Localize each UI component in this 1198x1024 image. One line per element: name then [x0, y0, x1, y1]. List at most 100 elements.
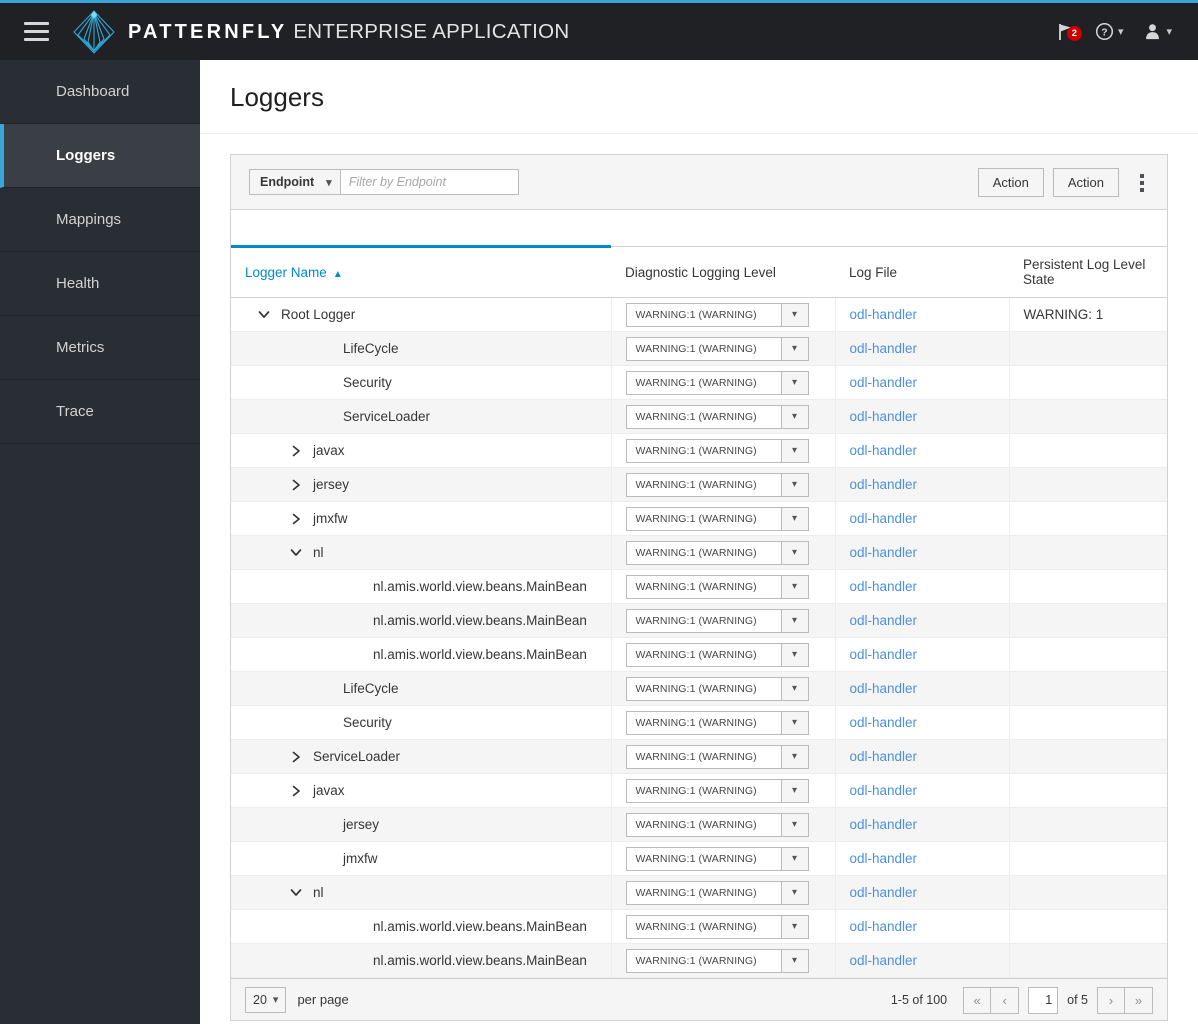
- table-row[interactable]: jersey WARNING:1 (WARNING) ▾ odl-handler: [231, 807, 1167, 842]
- logging-level-select[interactable]: WARNING:1 (WARNING) ▾: [625, 948, 809, 973]
- table-row[interactable]: jmxfw WARNING:1 (WARNING) ▾ odl-handler: [231, 501, 1167, 536]
- table-row[interactable]: nl WARNING:1 (WARNING) ▾ odl-handler: [231, 875, 1167, 910]
- per-page-dropdown[interactable]: 20 ▾: [245, 986, 287, 1013]
- log-file-link[interactable]: odl-handler: [850, 443, 918, 458]
- sidebar-item-dashboard[interactable]: Dashboard: [0, 60, 200, 124]
- chevron-right-icon[interactable]: [289, 478, 303, 492]
- log-file-link[interactable]: odl-handler: [850, 647, 918, 662]
- logging-level-select[interactable]: WARNING:1 (WARNING) ▾: [625, 404, 809, 429]
- action-button-primary[interactable]: Action: [977, 168, 1044, 197]
- logging-level-select[interactable]: WARNING:1 (WARNING) ▾: [625, 676, 809, 701]
- page-number-input[interactable]: [1028, 986, 1059, 1014]
- log-file-link[interactable]: odl-handler: [850, 579, 918, 594]
- logging-level-select[interactable]: WARNING:1 (WARNING) ▾: [625, 540, 809, 565]
- logging-level-select[interactable]: WARNING:1 (WARNING) ▾: [625, 778, 809, 803]
- column-header-log-file[interactable]: Log File: [835, 246, 1009, 298]
- logging-level-select[interactable]: WARNING:1 (WARNING) ▾: [625, 812, 809, 837]
- table-row[interactable]: javax WARNING:1 (WARNING) ▾ odl-handler: [231, 773, 1167, 808]
- logging-level-select[interactable]: WARNING:1 (WARNING) ▾: [625, 710, 809, 735]
- next-page-button[interactable]: ›: [1097, 986, 1125, 1014]
- column-header-persistent-log-level-state[interactable]: Persistent Log Level State: [1009, 246, 1167, 298]
- table-row[interactable]: javax WARNING:1 (WARNING) ▾ odl-handler: [231, 433, 1167, 468]
- log-file-cell: odl-handler: [835, 501, 1010, 536]
- chevron-right-icon[interactable]: [289, 784, 303, 798]
- first-page-button[interactable]: «: [963, 986, 992, 1014]
- log-file-link[interactable]: odl-handler: [850, 749, 918, 764]
- sidebar-item-mappings[interactable]: Mappings: [0, 188, 200, 252]
- table-row[interactable]: nl.amis.world.view.beans.MainBean WARNING…: [231, 637, 1167, 672]
- table-row[interactable]: ServiceLoader WARNING:1 (WARNING) ▾ odl-han…: [231, 739, 1167, 774]
- sidebar-item-health[interactable]: Health: [0, 252, 200, 316]
- log-file-link[interactable]: odl-handler: [850, 341, 918, 356]
- column-header-logger-name[interactable]: Logger Name ▲: [231, 245, 611, 298]
- table-row[interactable]: jmxfw WARNING:1 (WARNING) ▾ odl-handler: [231, 841, 1167, 876]
- log-file-link[interactable]: odl-handler: [850, 477, 918, 492]
- log-file-link[interactable]: odl-handler: [850, 953, 918, 968]
- logging-level-select[interactable]: WARNING:1 (WARNING) ▾: [625, 370, 809, 395]
- action-button-secondary[interactable]: Action: [1052, 168, 1119, 197]
- log-file-link[interactable]: odl-handler: [850, 715, 918, 730]
- logging-level-select[interactable]: WARNING:1 (WARNING) ▾: [625, 506, 809, 531]
- table-row[interactable]: Security WARNING:1 (WARNING) ▾ odl-handler: [231, 365, 1167, 400]
- log-file-link[interactable]: odl-handler: [850, 307, 918, 322]
- table-row[interactable]: nl.amis.world.view.beans.MainBean WARNING…: [231, 569, 1167, 604]
- log-file-link[interactable]: odl-handler: [850, 817, 918, 832]
- logging-level-select[interactable]: WARNING:1 (WARNING) ▾: [625, 914, 809, 939]
- logger-name-label: ServiceLoader: [343, 409, 431, 424]
- logging-level-select[interactable]: WARNING:1 (WARNING) ▾: [625, 642, 809, 667]
- filter-input[interactable]: [340, 169, 519, 195]
- logging-level-select[interactable]: WARNING:1 (WARNING) ▾: [625, 302, 809, 327]
- table-row[interactable]: ServiceLoader WARNING:1 (WARNING) ▾ odl-han…: [231, 399, 1167, 434]
- filter-type-dropdown[interactable]: Endpoint ▾: [249, 169, 341, 195]
- persistent-state-cell: [1009, 637, 1167, 672]
- table-row[interactable]: Security WARNING:1 (WARNING) ▾ odl-handler: [231, 705, 1167, 740]
- previous-page-button[interactable]: ‹: [991, 986, 1020, 1014]
- logging-level-select[interactable]: WARNING:1 (WARNING) ▾: [625, 574, 809, 599]
- chevron-down-icon[interactable]: [289, 886, 303, 900]
- logging-level-select[interactable]: WARNING:1 (WARNING) ▾: [625, 336, 809, 361]
- chevron-right-icon[interactable]: [289, 512, 303, 526]
- table-row[interactable]: nl.amis.world.view.beans.MainBean WARNING…: [231, 909, 1167, 944]
- table-row[interactable]: nl.amis.world.view.beans.MainBean WARNING…: [231, 943, 1167, 978]
- logging-level-select[interactable]: WARNING:1 (WARNING) ▾: [625, 744, 809, 769]
- table-row[interactable]: Root Logger WARNING:1 (WARNING) ▾ odl-handl…: [231, 297, 1167, 332]
- log-file-link[interactable]: odl-handler: [850, 885, 918, 900]
- chevron-down-icon[interactable]: [289, 546, 303, 560]
- logging-level-select[interactable]: WARNING:1 (WARNING) ▾: [625, 846, 809, 871]
- chevron-down-icon[interactable]: [257, 308, 271, 322]
- log-file-link[interactable]: odl-handler: [850, 409, 918, 424]
- log-file-link[interactable]: odl-handler: [850, 545, 918, 560]
- last-page-button[interactable]: »: [1125, 986, 1153, 1014]
- help-menu-button[interactable]: ? ▾: [1087, 16, 1132, 47]
- log-file-link[interactable]: odl-handler: [850, 783, 918, 798]
- log-file-link[interactable]: odl-handler: [850, 681, 918, 696]
- log-file-link[interactable]: odl-handler: [850, 375, 918, 390]
- sidebar-item-metrics[interactable]: Metrics: [0, 316, 200, 380]
- log-file-link[interactable]: odl-handler: [850, 511, 918, 526]
- log-file-cell: odl-handler: [835, 739, 1010, 774]
- hamburger-menu-icon[interactable]: [0, 3, 72, 60]
- chevron-right-icon[interactable]: [289, 750, 303, 764]
- table-row[interactable]: nl WARNING:1 (WARNING) ▾ odl-handler: [231, 535, 1167, 570]
- logging-level-select[interactable]: WARNING:1 (WARNING) ▾: [625, 438, 809, 463]
- log-file-link[interactable]: odl-handler: [850, 851, 918, 866]
- notifications-button[interactable]: 2: [1048, 16, 1083, 47]
- table-row[interactable]: LifeCycle WARNING:1 (WARNING) ▾ odl-handler: [231, 671, 1167, 706]
- log-file-link[interactable]: odl-handler: [850, 613, 918, 628]
- logging-level-select[interactable]: WARNING:1 (WARNING) ▾: [625, 472, 809, 497]
- kebab-vertical-icon[interactable]: [1131, 168, 1153, 197]
- brand-text: PATTERNFLY ENTERPRISE APPLICATION: [128, 20, 570, 44]
- brand[interactable]: PATTERNFLY ENTERPRISE APPLICATION: [72, 9, 570, 55]
- table-row[interactable]: LifeCycle WARNING:1 (WARNING) ▾ odl-handler: [231, 331, 1167, 366]
- logging-level-select[interactable]: WARNING:1 (WARNING) ▾: [625, 608, 809, 633]
- chevron-right-icon[interactable]: [289, 444, 303, 458]
- sidebar-item-loggers[interactable]: Loggers: [0, 124, 200, 188]
- logger-name-wrapper: nl.amis.world.view.beans.MainBean: [245, 647, 597, 662]
- logging-level-select[interactable]: WARNING:1 (WARNING) ▾: [625, 880, 809, 905]
- table-row[interactable]: nl.amis.world.view.beans.MainBean WARNING…: [231, 603, 1167, 638]
- log-file-link[interactable]: odl-handler: [850, 919, 918, 934]
- sidebar-item-trace[interactable]: Trace: [0, 380, 200, 444]
- user-menu-button[interactable]: ▾: [1135, 16, 1180, 47]
- table-row[interactable]: jersey WARNING:1 (WARNING) ▾ odl-handler: [231, 467, 1167, 502]
- column-header-diagnostic-logging-level[interactable]: Diagnostic Logging Level: [611, 246, 835, 298]
